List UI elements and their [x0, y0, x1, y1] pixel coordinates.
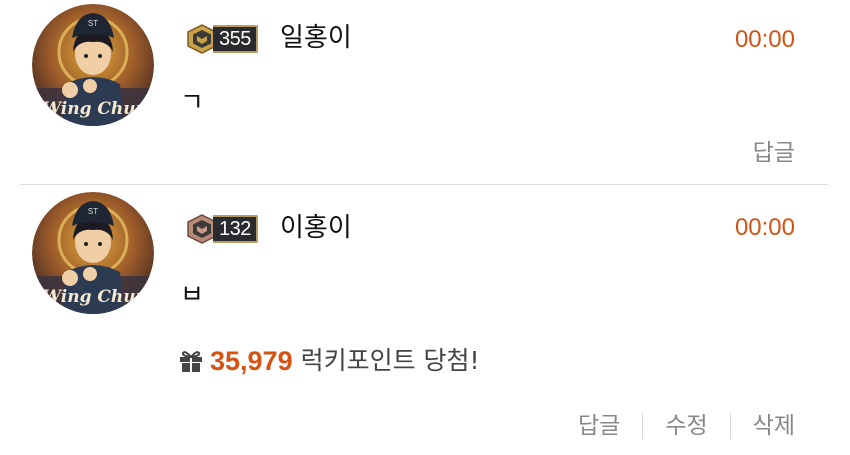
reply-button[interactable]: 답글	[753, 139, 795, 167]
comment-item: ST Wing Chun 132 이홍이 00:00 ㅂ 35,979 럭키포인…	[0, 186, 850, 455]
action-divider	[729, 413, 731, 439]
nickname[interactable]: 일홍이	[280, 23, 352, 53]
avatar-cap-text: ST	[88, 207, 98, 216]
lucky-points-label: 럭키포인트 당첨!	[300, 346, 480, 375]
comment-item: ST Wing Chun 355 일홍이 00:00 ㄱ 답글	[0, 0, 850, 186]
comment-text: ㄱ	[180, 88, 204, 118]
level-number: 355	[213, 25, 258, 53]
nickname[interactable]: 이홍이	[280, 213, 352, 243]
gift-icon	[180, 351, 202, 372]
comment-text: ㅂ	[180, 280, 204, 310]
avatar[interactable]: ST Wing Chun	[32, 4, 154, 126]
comment-divider	[20, 184, 828, 185]
avatar-logo-text: Wing Chun	[42, 287, 148, 307]
level-badge: 132	[185, 214, 258, 244]
level-badge: 355	[185, 24, 258, 54]
action-divider	[642, 413, 644, 439]
avatar[interactable]: ST Wing Chun	[32, 192, 154, 314]
avatar-cap-text: ST	[88, 19, 98, 28]
comment-time: 00:00	[734, 26, 795, 53]
comment-time: 00:00	[734, 214, 795, 241]
avatar-logo-text: Wing Chun	[42, 99, 148, 119]
level-number: 132	[213, 215, 258, 243]
comment-actions: 답글	[753, 139, 795, 167]
lucky-points-value: 35,979	[210, 346, 293, 376]
comment-actions: 답글 수정 삭제	[578, 412, 795, 440]
edit-button[interactable]: 수정	[665, 412, 707, 440]
reply-button[interactable]: 답글	[578, 412, 620, 440]
lucky-point-notice: 35,979 럭키포인트 당첨!	[178, 346, 480, 376]
delete-button[interactable]: 삭제	[753, 412, 795, 440]
